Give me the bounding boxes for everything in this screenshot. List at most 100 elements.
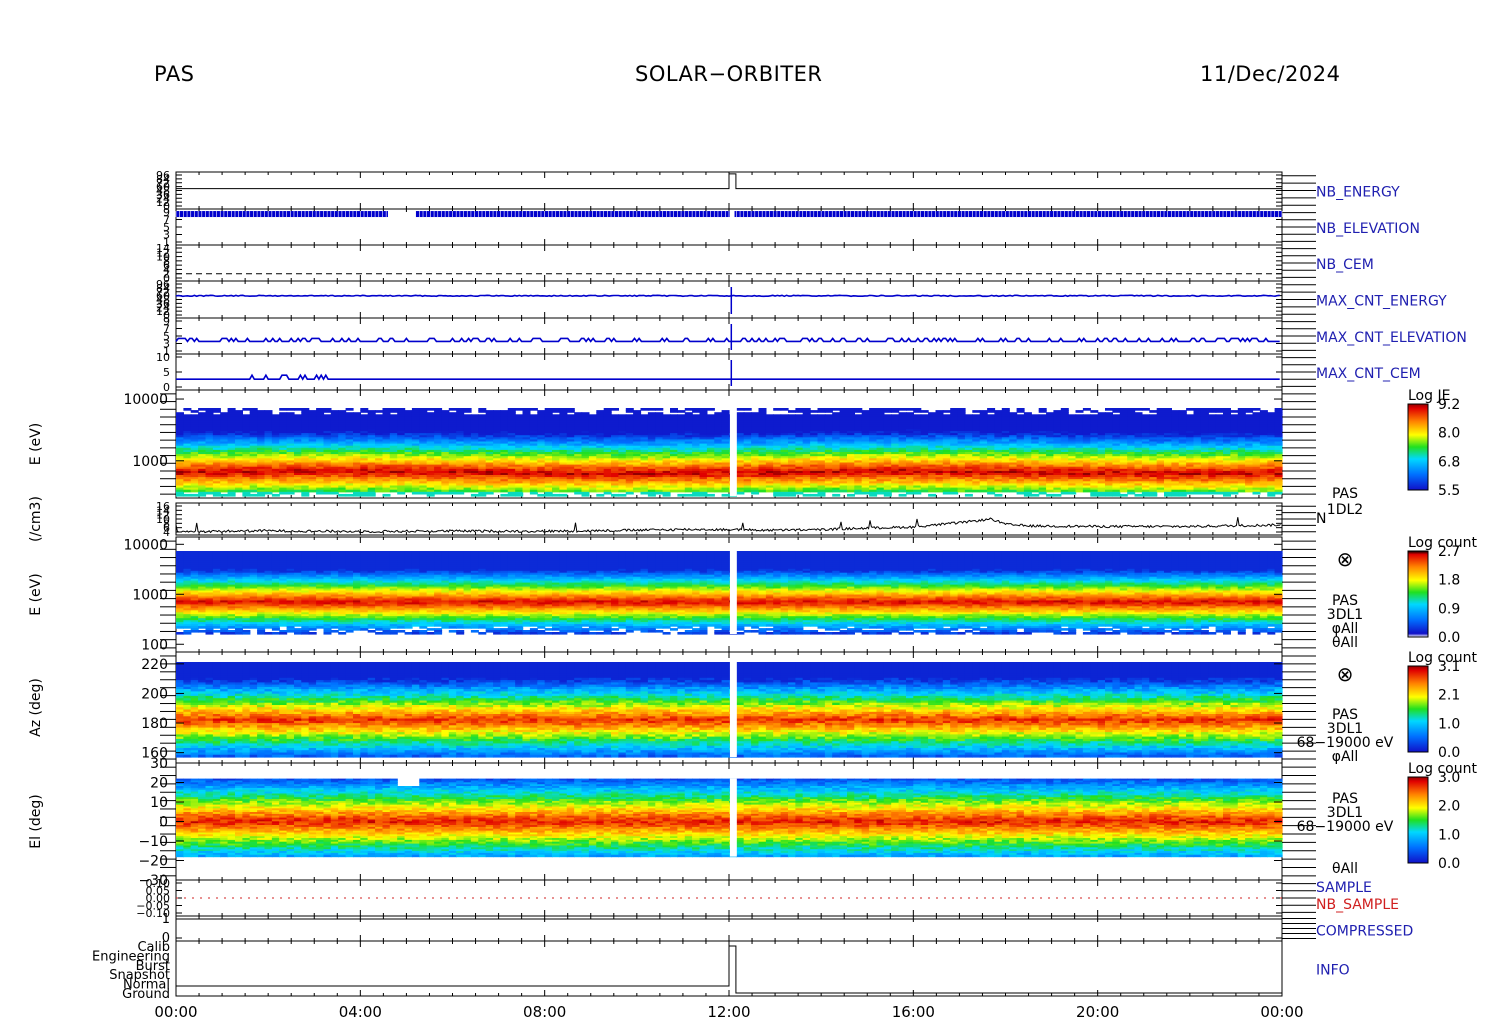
heatmap-cell — [647, 493, 656, 497]
heatmap-cell — [810, 493, 819, 497]
heatmap-cell — [758, 489, 767, 493]
heatmap-cell — [847, 493, 855, 497]
heatmap-cell — [684, 493, 693, 497]
heatmap-cell — [537, 489, 546, 493]
heatmap-cell — [330, 491, 339, 495]
heatmap-cell — [257, 493, 266, 497]
heatmap-cell — [861, 491, 870, 495]
heatmap-cell — [625, 410, 634, 413]
panel-label: NB_CEM — [1316, 257, 1374, 273]
heatmap-cell — [847, 489, 855, 493]
heatmap-cell — [485, 491, 494, 495]
heatmap-cell — [434, 491, 443, 495]
heatmap-cell — [574, 491, 583, 495]
heatmap-cell — [382, 493, 391, 497]
y-tick-label: 10 — [156, 351, 170, 364]
heatmap-cell — [500, 493, 509, 497]
heatmap-cell — [271, 493, 280, 497]
heatmap-cell — [832, 489, 841, 493]
heatmap-cell — [338, 493, 347, 497]
heatmap-cell — [389, 489, 398, 493]
heatmap-cell — [765, 489, 774, 493]
heatmap-cell — [655, 491, 664, 495]
heatmap-cell — [736, 491, 745, 495]
max-cnt-trace — [175, 294, 1280, 298]
heatmap-cell — [456, 491, 465, 495]
heatmap-cell — [375, 489, 384, 493]
nb-elevation-band — [176, 211, 388, 218]
heatmap-cell — [588, 489, 597, 493]
heatmap-cell — [552, 493, 560, 497]
heatmap-cell — [375, 410, 384, 413]
heatmap-cell — [552, 410, 560, 413]
heatmap-cell — [264, 491, 273, 495]
heatmap-cell — [692, 493, 701, 497]
heatmap-cell — [810, 489, 819, 493]
heatmap-cell — [478, 493, 487, 497]
heatmap-cell — [279, 408, 288, 411]
heatmap-cell — [566, 489, 575, 493]
y-tick-label: 5 — [163, 366, 170, 379]
heatmap-cell — [220, 489, 229, 493]
heatmap-cell — [773, 408, 782, 411]
heatmap-cell — [397, 491, 406, 495]
heatmap-cell — [463, 410, 472, 413]
heatmap-cell — [743, 489, 752, 493]
heatmap-cell — [301, 493, 310, 497]
heatmap-cell — [684, 489, 693, 493]
heatmap-cell — [832, 493, 841, 497]
heatmap-cell — [249, 493, 258, 497]
max-cnt-trace — [175, 337, 1280, 343]
heatmap-cell — [802, 493, 811, 497]
heatmap-cell — [817, 493, 826, 497]
heatmap-cell — [824, 489, 833, 493]
heatmap-cell — [640, 491, 649, 495]
heatmap-cell — [883, 410, 892, 413]
heatmap-cell — [507, 493, 516, 497]
heatmap-cell — [751, 491, 760, 495]
heatmap-cell — [832, 408, 841, 411]
heatmap-cell — [493, 489, 502, 493]
heatmap-cell — [249, 489, 258, 493]
panel-label: NB_ELEVATION — [1316, 221, 1420, 237]
heatmap-cell — [470, 493, 479, 497]
heatmap-cell — [235, 489, 243, 493]
heatmap-cell — [876, 491, 885, 495]
heatmap-cell — [611, 408, 619, 411]
heatmap-cell — [596, 489, 605, 493]
nb-energy-trace — [176, 173, 1282, 190]
panel-nb-energy: 96847260483624120NB_ENERGY — [156, 169, 1400, 213]
heatmap-cell — [198, 493, 207, 497]
heatmap-cell — [227, 493, 236, 497]
heatmap-cell — [677, 489, 686, 493]
heatmap-cell — [286, 408, 295, 411]
panel-max-cnt-cem: 1050MAX_CNT_CEM — [156, 351, 1421, 394]
heatmap-cell — [706, 493, 715, 497]
heatmap-cell — [367, 493, 376, 497]
heatmap-cell — [677, 410, 686, 413]
heatmap-cell — [411, 491, 420, 495]
heatmap-cell — [448, 491, 457, 495]
heatmap-cell — [345, 489, 354, 493]
heatmap-cell — [854, 410, 863, 413]
heatmap-cell — [611, 489, 619, 493]
heatmap-cell — [559, 489, 568, 493]
heatmap-cell — [810, 410, 819, 413]
heatmap-cell — [721, 489, 730, 493]
heatmap-cell — [360, 410, 369, 413]
heatmap-cell — [294, 408, 302, 411]
max-cnt-trace — [176, 373, 1280, 381]
heatmap-cell — [500, 489, 509, 493]
heatmap-cell — [618, 493, 627, 497]
heatmap-cell — [183, 408, 192, 411]
heatmap-cell — [670, 489, 678, 493]
heatmap-cell — [345, 408, 354, 411]
heatmap-cell — [854, 491, 863, 495]
heatmap-cell — [640, 408, 649, 411]
heatmap-cell — [795, 491, 804, 495]
heatmap-cell — [183, 489, 192, 493]
heatmap-cell — [271, 489, 280, 493]
heatmap-cell — [515, 493, 524, 497]
heatmap-cell — [670, 410, 678, 413]
heatmap-cell — [190, 493, 199, 497]
